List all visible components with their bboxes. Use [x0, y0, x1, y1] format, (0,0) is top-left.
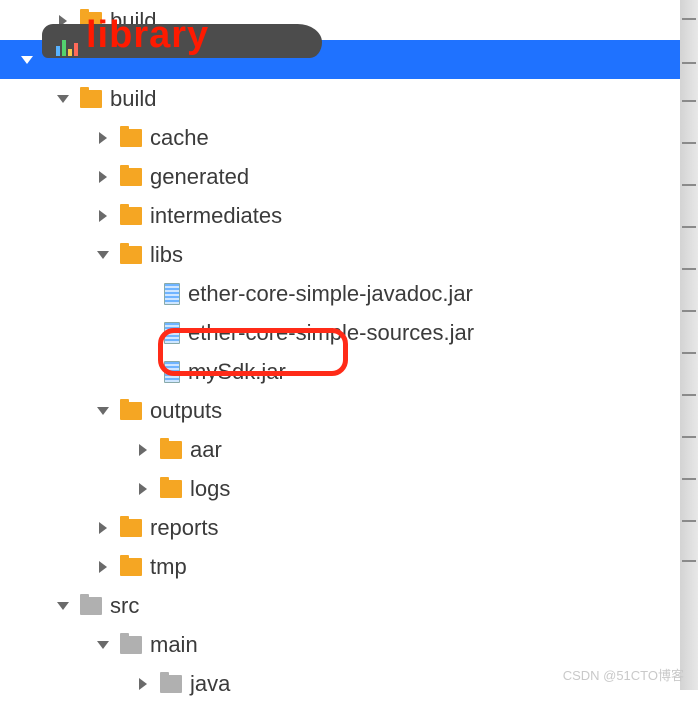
tree-label: java — [190, 671, 230, 697]
tree-row-aar[interactable]: aar — [0, 430, 680, 469]
tree-row-tmp[interactable]: tmp — [0, 547, 680, 586]
tree-label: intermediates — [150, 203, 282, 229]
tree-label: reports — [150, 515, 218, 541]
chevron-down-icon — [96, 638, 110, 652]
editor-gutter — [680, 0, 698, 690]
folder-icon — [120, 558, 142, 576]
jar-icon — [164, 322, 180, 344]
folder-icon — [120, 402, 142, 420]
tree-row-intermediates[interactable]: intermediates — [0, 196, 680, 235]
tree-row-jar2[interactable]: ether-core-simple-sources.jar — [0, 313, 680, 352]
tree-label: ether-core-simple-sources.jar — [188, 320, 474, 346]
jar-icon — [164, 283, 180, 305]
tree-label: libs — [150, 242, 183, 268]
tree-label: outputs — [150, 398, 222, 424]
tree-row-generated[interactable]: generated — [0, 157, 680, 196]
chevron-right-icon — [136, 677, 150, 691]
tree-label: build — [110, 86, 156, 112]
folder-icon — [120, 246, 142, 264]
tree-label: tmp — [150, 554, 187, 580]
tree-row-outputs[interactable]: outputs — [0, 391, 680, 430]
tree-row-src[interactable]: src — [0, 586, 680, 625]
library-annotation: library — [86, 14, 209, 57]
folder-icon — [80, 90, 102, 108]
folder-icon — [80, 597, 102, 615]
folder-icon — [120, 168, 142, 186]
chevron-down-icon — [96, 248, 110, 262]
tree-label: src — [110, 593, 139, 619]
chevron-right-icon — [96, 209, 110, 223]
chevron-right-icon — [136, 443, 150, 457]
tree-row-main[interactable]: main — [0, 625, 680, 664]
chevron-right-icon — [96, 521, 110, 535]
tree-row-cache[interactable]: cache — [0, 118, 680, 157]
folder-icon — [120, 636, 142, 654]
watermark: CSDN @51CTO博客 — [563, 665, 684, 684]
tree-row-build[interactable]: build — [0, 79, 680, 118]
chevron-right-icon — [136, 482, 150, 496]
chevron-right-icon — [96, 560, 110, 574]
tree-row-logs[interactable]: logs — [0, 469, 680, 508]
tree-label: logs — [190, 476, 230, 502]
folder-icon — [120, 519, 142, 537]
folder-icon — [160, 441, 182, 459]
folder-icon — [160, 480, 182, 498]
folder-icon — [120, 207, 142, 225]
tree-row-reports[interactable]: reports — [0, 508, 680, 547]
tree-label: main — [150, 632, 198, 658]
tree-label: generated — [150, 164, 249, 190]
module-icon — [56, 38, 80, 56]
chevron-down-icon — [56, 599, 70, 613]
chevron-down-icon — [20, 53, 34, 67]
folder-icon — [120, 129, 142, 147]
chevron-down-icon — [96, 404, 110, 418]
tree-row-jar1[interactable]: ether-core-simple-javadoc.jar — [0, 274, 680, 313]
chevron-right-icon — [96, 131, 110, 145]
jar-icon — [164, 361, 180, 383]
chevron-down-icon — [56, 92, 70, 106]
chevron-right-icon — [96, 170, 110, 184]
tree-label: cache — [150, 125, 209, 151]
tree-row-jar3[interactable]: mySdk.jar — [0, 352, 680, 391]
tree-label: mySdk.jar — [188, 359, 286, 385]
tree-label: ether-core-simple-javadoc.jar — [188, 281, 473, 307]
project-tree: build build cache generated intermediate… — [0, 0, 680, 690]
tree-row-libs[interactable]: libs — [0, 235, 680, 274]
tree-label: aar — [190, 437, 222, 463]
